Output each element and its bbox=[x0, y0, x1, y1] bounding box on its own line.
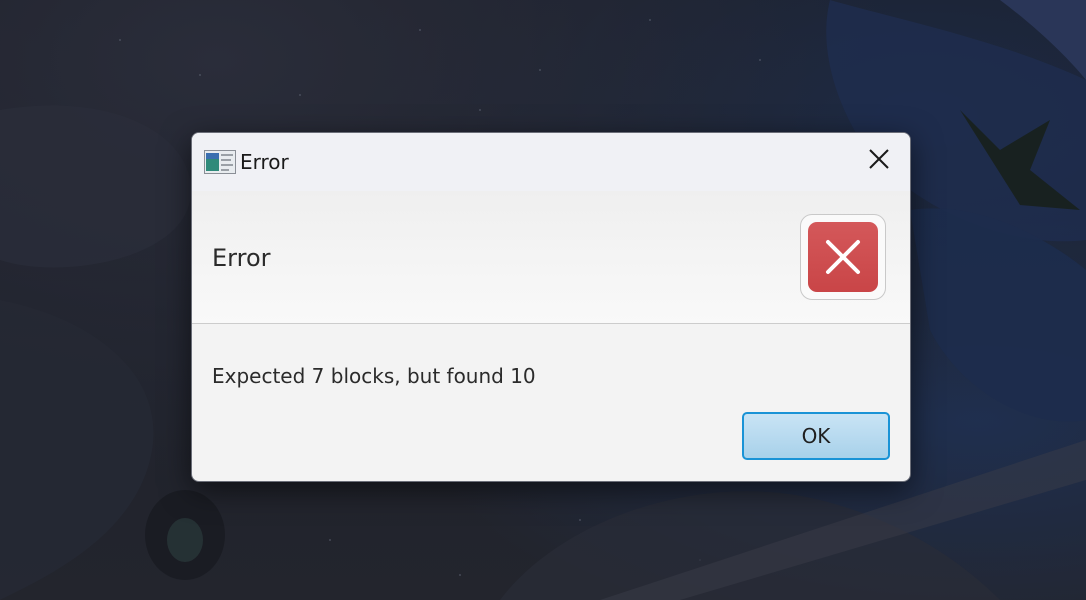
java-app-icon bbox=[204, 150, 236, 174]
ok-button[interactable]: OK bbox=[742, 412, 890, 460]
dialog-header: Error bbox=[192, 191, 910, 324]
close-button[interactable] bbox=[856, 141, 902, 181]
header-title: Error bbox=[212, 244, 271, 272]
window-title: Error bbox=[240, 150, 289, 174]
close-icon bbox=[868, 148, 890, 174]
error-dialog: Error Error Expected 7 blocks, but found… bbox=[191, 132, 911, 482]
error-message: Expected 7 blocks, but found 10 bbox=[212, 364, 536, 388]
error-icon bbox=[808, 222, 878, 292]
error-icon-frame bbox=[800, 214, 886, 300]
dialog-titlebar[interactable]: Error bbox=[192, 133, 910, 191]
